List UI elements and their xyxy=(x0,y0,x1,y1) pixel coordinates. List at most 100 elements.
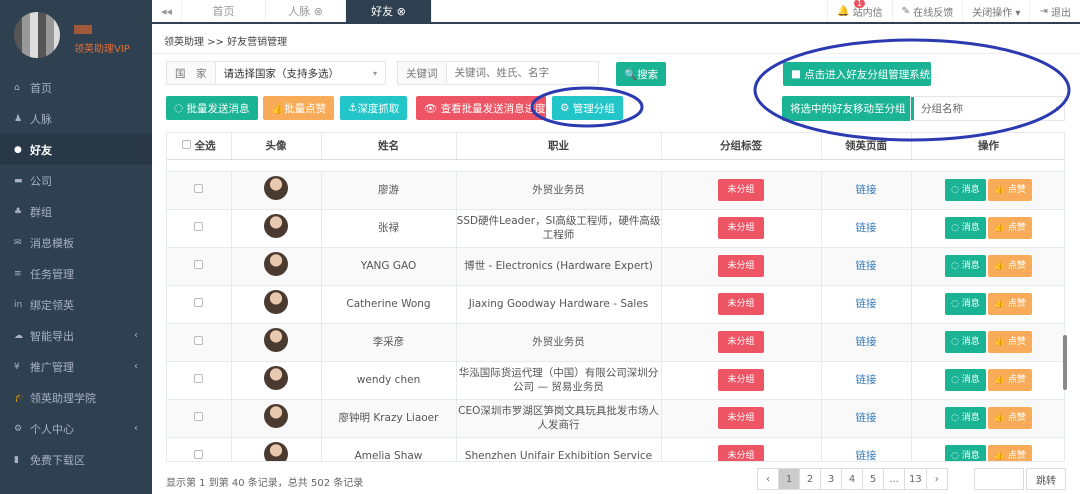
row-checkbox[interactable] xyxy=(194,336,204,345)
tab-friends[interactable]: 好友 ⊗ xyxy=(346,0,432,22)
manage-groups-button[interactable]: ⚙ 管理分组 xyxy=(552,96,623,120)
message-button[interactable]: ◌ 消息 xyxy=(945,331,986,353)
sidebar-item-label: 智能导出 xyxy=(30,329,74,343)
message-button[interactable]: ◌ 消息 xyxy=(945,407,986,429)
avatar[interactable] xyxy=(14,12,60,58)
row-checkbox[interactable] xyxy=(194,450,204,459)
page-4[interactable]: 4 xyxy=(841,468,863,490)
sidebar-item-9[interactable]: ¥ 推广管理 ‹ xyxy=(0,351,152,382)
graduation-cap-icon: 🎓 xyxy=(14,392,26,403)
jump-button[interactable]: 跳转 xyxy=(1026,468,1066,490)
message-button[interactable]: ◌ 消息 xyxy=(945,445,986,461)
feedback-button[interactable]: ✎ 在线反馈 xyxy=(891,0,963,22)
row-checkbox[interactable] xyxy=(194,184,204,193)
sidebar-item-5[interactable]: ✉ 消息模板 xyxy=(0,227,152,258)
linkedin-link[interactable]: 链接 xyxy=(856,298,877,310)
column-header: 姓名 xyxy=(321,133,457,160)
like-button[interactable]: 👍 点赞 xyxy=(987,407,1032,429)
like-button[interactable]: 👍 点赞 xyxy=(987,369,1032,391)
message-button[interactable]: ◌ 消息 xyxy=(945,293,986,315)
linkedin-link[interactable]: 链接 xyxy=(856,450,877,461)
message-button[interactable]: ◌ 消息 xyxy=(945,179,986,201)
tabs-back-icon[interactable]: ◂◂ xyxy=(152,0,182,22)
row-checkbox[interactable] xyxy=(194,412,204,421)
message-button[interactable]: ◌ 消息 xyxy=(945,255,986,277)
linkedin-link[interactable]: 链接 xyxy=(856,222,877,234)
job: 博世 - Electronics (Hardware Expert) xyxy=(456,247,662,286)
like-button[interactable]: 👍 点赞 xyxy=(987,217,1032,239)
like-button[interactable]: 👍 点赞 xyxy=(987,293,1032,315)
table-row: YANG GAO 博世 - Electronics (Hardware Expe… xyxy=(167,247,1064,286)
sidebar-item-11[interactable]: ⚙ 个人中心 ‹ xyxy=(0,413,152,444)
scrollbar[interactable] xyxy=(1063,335,1067,390)
name: wendy chen xyxy=(321,361,457,400)
column-header[interactable]: 全选 xyxy=(167,133,232,160)
avatar xyxy=(264,176,288,200)
close-ops-dropdown[interactable]: 关闭操作 ▾ xyxy=(962,0,1029,22)
row-checkbox[interactable] xyxy=(194,260,204,269)
table-row: 李采彦 外贸业务员 未分组 链接 ◌ 消息 👍 点赞 xyxy=(167,323,1064,362)
deep-fetch-button[interactable]: ⚓ 深度抓取 xyxy=(340,96,408,120)
table-row: 张禄 SSD硬件Leader，SI高级工程师，硬件高级工程师 未分组 链接 ◌ … xyxy=(167,209,1064,248)
sidebar-item-7[interactable]: in 绑定领英 xyxy=(0,289,152,320)
country-select[interactable]: 国 家 请选择国家（支持多选） ▾ xyxy=(166,61,386,85)
caret-down-icon: ▾ xyxy=(1055,104,1060,113)
sidebar-item-6[interactable]: ≡ 任务管理 xyxy=(0,258,152,289)
logout-button[interactable]: ⇥ 退出 xyxy=(1029,0,1080,22)
page-13[interactable]: 13 xyxy=(904,468,927,490)
sidebar-item-12[interactable]: ▮ 免费下载区 xyxy=(0,444,152,475)
message-button[interactable]: ◌ 消息 xyxy=(945,369,986,391)
tab-bar: ◂◂ 首页 人脉 ⊗ 好友 ⊗ 🔔 站内信 1 ✎ 在线反馈 关闭操作 ▾ ⇥ 退… xyxy=(152,0,1080,24)
like-button[interactable]: 👍 点赞 xyxy=(987,179,1032,201)
linkedin-link[interactable]: 链接 xyxy=(856,374,877,386)
chevron-left-icon: ‹ xyxy=(134,423,138,434)
row-checkbox[interactable] xyxy=(194,374,204,383)
keyword-field: 关键词 xyxy=(397,61,599,85)
group-tag: 未分组 xyxy=(718,407,764,429)
like-button[interactable]: 👍 点赞 xyxy=(987,445,1032,461)
page-2[interactable]: 2 xyxy=(799,468,821,490)
select-all-checkbox[interactable] xyxy=(181,140,191,150)
keyword-input[interactable] xyxy=(446,67,587,79)
linkedin-link[interactable]: 链接 xyxy=(856,336,877,348)
avatar xyxy=(264,252,288,276)
group-system-button[interactable]: ■ 点击进入好友分组管理系统 xyxy=(783,62,931,86)
table-row: 廖游 外贸业务员 未分组 链接 ◌ 消息 👍 点赞 xyxy=(167,171,1064,210)
sign-out-icon: ⇥ xyxy=(1039,5,1051,17)
batch-send-button[interactable]: ◌ 批量发送消息 xyxy=(166,96,258,120)
batch-like-button[interactable]: 👍 批量点赞 xyxy=(263,96,335,120)
sidebar-item-10[interactable]: 🎓 领英助理学院 xyxy=(0,382,152,413)
sidebar-item-4[interactable]: ♣ 群组 xyxy=(0,196,152,227)
page-3[interactable]: 3 xyxy=(820,468,842,490)
linkedin-link[interactable]: 链接 xyxy=(856,412,877,424)
sidebar-item-8[interactable]: ☁ 智能导出 ‹ xyxy=(0,320,152,351)
page-5[interactable]: 5 xyxy=(862,468,884,490)
group-tag: 未分组 xyxy=(718,255,764,277)
group-name-select[interactable]: 分组名称 ▾ xyxy=(910,96,1065,121)
page-1[interactable]: 1 xyxy=(778,468,800,490)
message-button[interactable]: ◌ 消息 xyxy=(945,217,986,239)
page-jump-input[interactable] xyxy=(974,468,1024,490)
search-icon: 🔍 xyxy=(624,68,638,81)
view-progress-button[interactable]: 👁 查看批量发送消息进度 xyxy=(416,96,546,120)
sidebar-item-3[interactable]: ▬ 公司 xyxy=(0,165,152,196)
page-prev[interactable]: ‹ xyxy=(757,468,779,490)
page-ellipsis[interactable]: ... xyxy=(883,468,905,490)
like-button[interactable]: 👍 点赞 xyxy=(987,331,1032,353)
sidebar-item-1[interactable]: ♟ 人脉 xyxy=(0,103,152,134)
tab-home[interactable]: 首页 xyxy=(182,0,266,22)
like-button[interactable]: 👍 点赞 xyxy=(987,255,1032,277)
move-to-group-button[interactable]: 将选中的好友移动至分组 xyxy=(782,96,914,121)
gear-icon: ⚙ xyxy=(14,423,23,434)
page-next[interactable]: › xyxy=(925,468,948,490)
linkedin-link[interactable]: 链接 xyxy=(856,260,877,272)
row-checkbox[interactable] xyxy=(194,298,204,307)
tab-contacts[interactable]: 人脉 ⊗ xyxy=(266,0,346,22)
linkedin-link[interactable]: 链接 xyxy=(856,184,877,196)
sidebar-item-label: 推广管理 xyxy=(30,360,74,374)
search-button[interactable]: 🔍 搜索 xyxy=(616,62,667,86)
messages-button[interactable]: 🔔 站内信 1 xyxy=(827,0,892,22)
sidebar-item-2[interactable]: ● 好友 xyxy=(0,134,152,165)
sidebar-item-0[interactable]: ⌂ 首页 xyxy=(0,72,152,103)
row-checkbox[interactable] xyxy=(194,222,204,231)
